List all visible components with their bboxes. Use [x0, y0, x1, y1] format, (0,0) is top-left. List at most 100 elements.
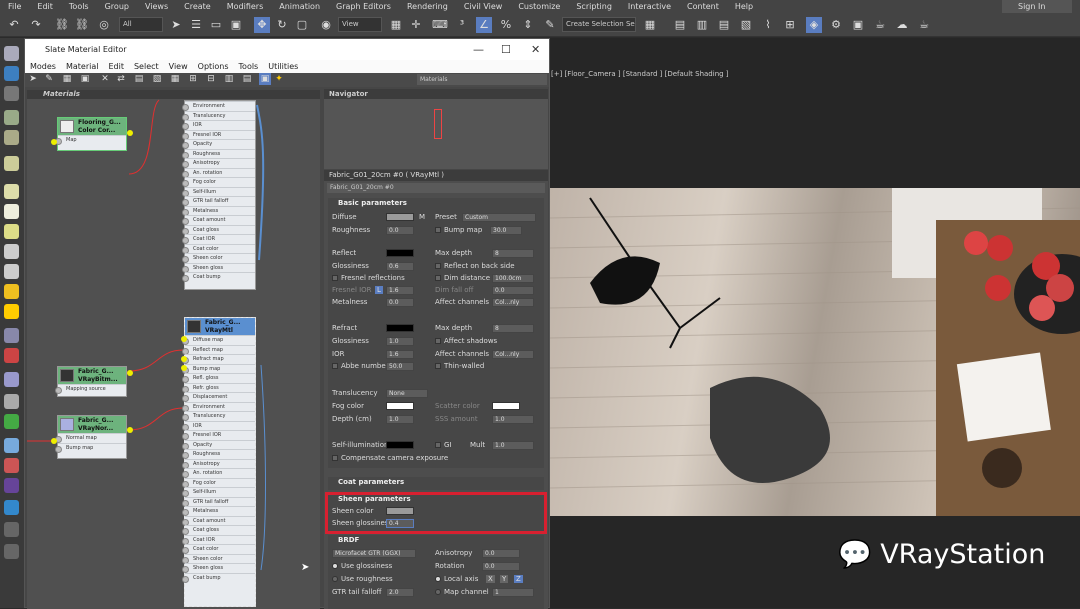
close-icon[interactable]: ✕ [531, 39, 540, 60]
pick-material-icon[interactable]: ✎ [43, 73, 55, 85]
motion-icon[interactable] [4, 110, 19, 125]
parameter-editor-icon[interactable]: ▤ [241, 73, 253, 85]
fabric-vraymtl-node[interactable]: Fabric_G... VRayMtl Diffuse map Reflect m… [182, 317, 256, 607]
coat-parameters-header[interactable]: Coat parameters [328, 477, 544, 488]
use-roughness-radio[interactable] [332, 576, 338, 582]
anisotropy-spinner[interactable]: 0.0 [482, 549, 520, 558]
fabric-vraybitmap-node[interactable]: Fabric_G... VRayBitm... Mapping source [55, 366, 127, 397]
scatter-color-swatch[interactable] [492, 402, 520, 410]
delete-selected-icon[interactable]: ✕ [99, 73, 111, 85]
create-sphere-icon[interactable] [4, 46, 19, 61]
axis-z-button[interactable]: Z [514, 575, 523, 583]
render-in-cloud-icon[interactable]: ☁ [894, 17, 910, 33]
node-slot[interactable]: Sheen gloss [182, 563, 255, 573]
node-slot[interactable]: Refl. gloss [182, 373, 255, 383]
redo-icon[interactable]: ↷ [28, 17, 44, 33]
curve-editor-icon[interactable]: ⌇ [760, 17, 776, 33]
node-slot[interactable]: Bump map [55, 442, 126, 453]
node-slot[interactable]: Anisotropy [182, 158, 255, 168]
menu-views[interactable]: Views [137, 2, 176, 11]
link-icon[interactable]: ⛓ [54, 17, 70, 33]
select-object-icon[interactable]: ➤ [168, 17, 184, 33]
node-slot[interactable]: Opacity [182, 139, 255, 149]
refract-color-swatch[interactable] [386, 324, 414, 332]
top-vraymtl-node[interactable]: Environment Translucency IOR Fresnel IOR… [182, 100, 256, 290]
bump-map-spinner[interactable]: 30.0 [490, 226, 522, 235]
node-slot[interactable]: Fresnel IOR [182, 129, 255, 139]
navigator-view[interactable] [324, 99, 548, 169]
output-socket[interactable] [127, 130, 133, 136]
map-channel-spinner[interactable]: 1 [492, 588, 534, 597]
node-slot[interactable]: Opacity [182, 439, 255, 450]
box-icon[interactable] [4, 184, 19, 199]
sme-menu-options[interactable]: Options [193, 62, 234, 71]
diffuse-map-button[interactable]: M [419, 213, 425, 221]
refract-max-depth-spinner[interactable]: 8 [492, 324, 534, 333]
node-slot[interactable]: Sheen color [182, 253, 255, 263]
menu-scripting[interactable]: Scripting [568, 2, 620, 11]
color-palette-icon[interactable] [4, 458, 19, 473]
affect-shadows-checkbox[interactable] [435, 338, 441, 344]
help-icon[interactable] [4, 544, 19, 559]
highlight-icon[interactable]: ✦ [273, 73, 285, 85]
show-map-icon[interactable]: ▧ [151, 73, 163, 85]
modify-panel-icon[interactable] [4, 66, 19, 81]
node-slot[interactable]: IOR [182, 120, 255, 130]
diffuse-color-swatch[interactable] [386, 213, 414, 221]
dim-distance-checkbox[interactable] [435, 275, 441, 281]
pivot-icon[interactable]: ▦ [388, 17, 404, 33]
sun-icon[interactable] [4, 304, 19, 319]
cone2-icon[interactable] [4, 264, 19, 279]
menu-group[interactable]: Group [97, 2, 137, 11]
node-slot[interactable]: Reflect map [182, 344, 255, 355]
light-icon[interactable] [4, 284, 19, 299]
sme-menu-utilities[interactable]: Utilities [263, 62, 303, 71]
plant-icon[interactable] [4, 414, 19, 429]
abbe-checkbox[interactable] [332, 363, 338, 369]
bind-space-warp-icon[interactable]: ◎ [96, 17, 112, 33]
angle-snap-icon[interactable]: ∠ [476, 17, 492, 33]
toggle-layer-explorer-icon[interactable]: ▤ [716, 17, 732, 33]
select-by-name-icon[interactable]: ☰ [188, 17, 204, 33]
node-slot[interactable]: Refr. gloss [182, 382, 255, 393]
node-slot[interactable]: Coat amount [182, 515, 255, 525]
percent-snap-icon[interactable]: % [498, 17, 514, 33]
fabric-vraynormalmap-node[interactable]: Fabric_G... VRayNor... Normal map Bump ma… [55, 415, 127, 459]
menu-content[interactable]: Content [679, 2, 727, 11]
rendered-frame-window-icon[interactable]: ▣ [850, 17, 866, 33]
material-map-navigator-icon[interactable]: ▥ [223, 73, 235, 85]
node-slot[interactable]: Fog color [182, 177, 255, 187]
node-slot[interactable]: Anisotropy [182, 458, 255, 469]
translucency-dropdown[interactable]: None [386, 389, 428, 398]
node-slot[interactable]: Fresnel IOR [182, 430, 255, 440]
keyboard-shortcut-icon[interactable]: ⌨ [432, 17, 448, 33]
node-slot[interactable]: Sheen gloss [182, 262, 255, 273]
unlink-icon[interactable]: ⛓ [74, 17, 90, 33]
abbe-spinner[interactable]: 50.0 [386, 362, 414, 371]
sme-menu-edit[interactable]: Edit [103, 62, 129, 71]
snaps-toggle-icon[interactable]: ³ [454, 17, 470, 33]
node-slot[interactable]: Diffuse map [182, 335, 255, 345]
vfb-icon[interactable] [4, 500, 19, 515]
use-glossiness-radio[interactable] [332, 563, 338, 569]
material-editor-icon[interactable]: ◈ [806, 17, 822, 33]
menu-civil-view[interactable]: Civil View [456, 2, 511, 11]
schematic-view-icon[interactable]: ⊞ [782, 17, 798, 33]
put-to-scene-icon[interactable]: ▦ [61, 73, 73, 85]
menu-animation[interactable]: Animation [271, 2, 328, 11]
refract-affect-channels-dropdown[interactable]: Col...nly [492, 350, 534, 359]
utilities-icon[interactable] [4, 156, 19, 171]
node-slot[interactable]: Coat color [182, 544, 255, 554]
node-slot[interactable]: Refract map [182, 354, 255, 364]
node-slot[interactable]: Self-illum [182, 186, 255, 196]
move-children-icon[interactable]: ⇄ [115, 73, 127, 85]
ior-spinner[interactable]: 1.6 [386, 350, 414, 359]
move-icon[interactable]: ✥ [254, 17, 270, 33]
window-crossing-icon[interactable]: ▣ [228, 17, 244, 33]
place-icon[interactable]: ◉ [318, 17, 334, 33]
thin-walled-checkbox[interactable] [435, 363, 441, 369]
menu-customize[interactable]: Customize [510, 2, 568, 11]
menu-help[interactable]: Help [727, 2, 761, 11]
local-axis-radio[interactable] [435, 576, 441, 582]
helper-icon[interactable] [4, 348, 19, 363]
